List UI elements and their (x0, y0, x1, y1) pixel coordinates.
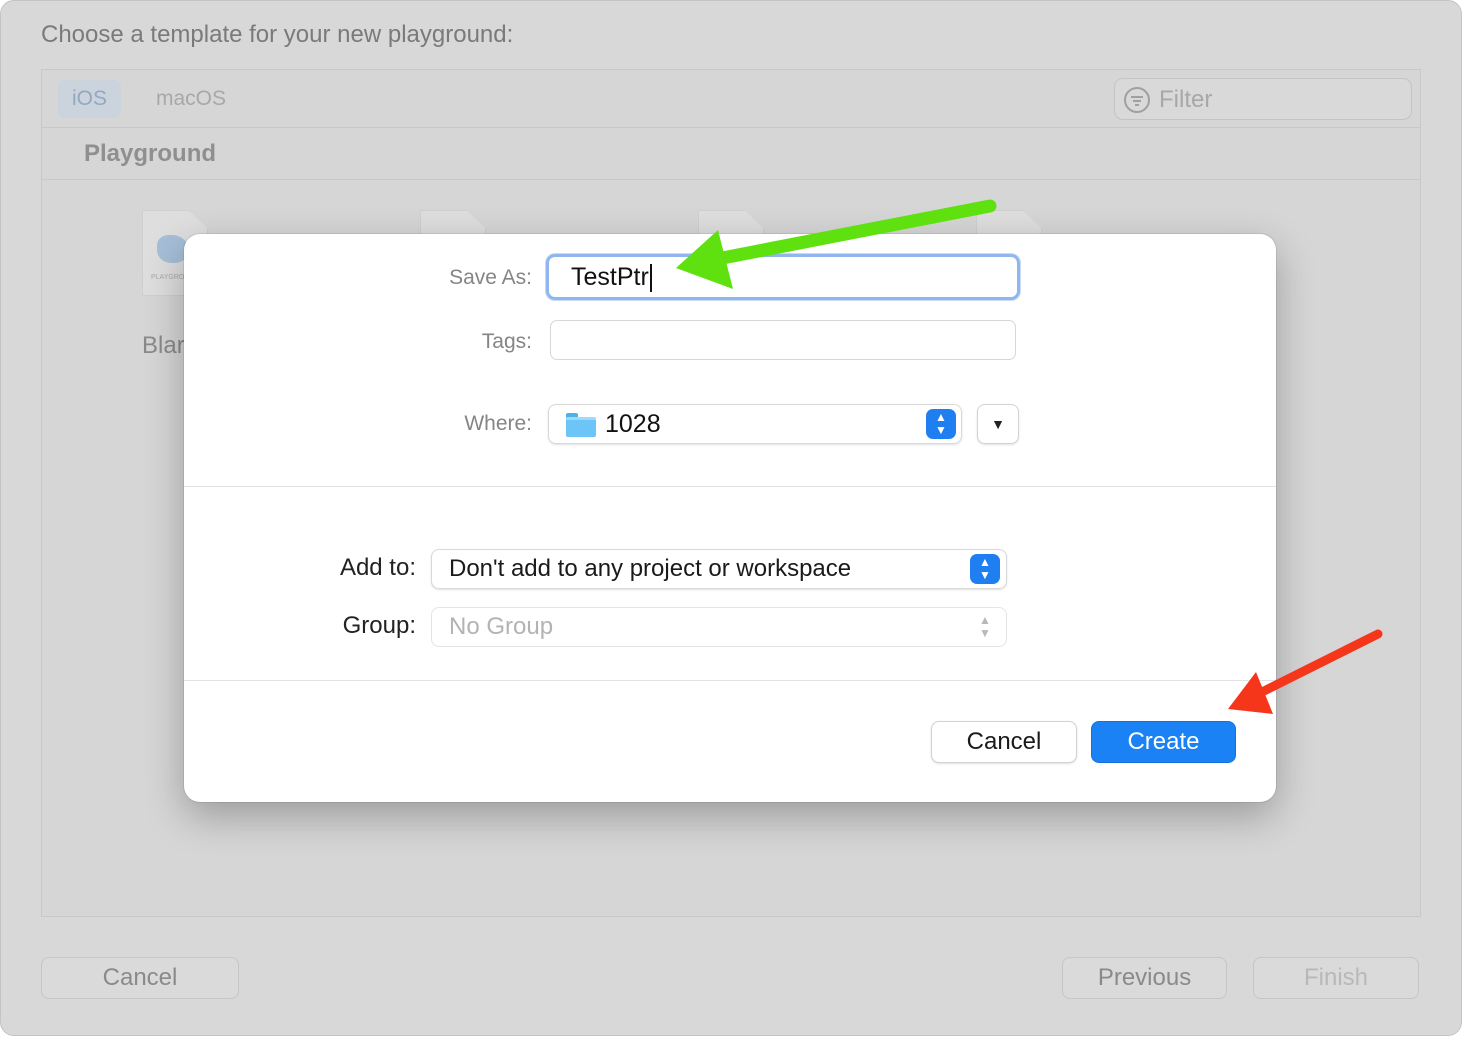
divider (184, 486, 1276, 487)
up-down-chevron-icon: ▲ ▼ (979, 613, 991, 640)
expand-button[interactable]: ▼ (977, 404, 1019, 444)
where-value: 1028 (605, 410, 661, 438)
finish-button[interactable]: Finish (1253, 957, 1419, 999)
divider (184, 680, 1276, 681)
previous-button[interactable]: Previous (1062, 957, 1227, 999)
add-to-popup[interactable]: Don't add to any project or workspace ▲ ▼ (431, 549, 1007, 589)
save-as-input[interactable]: TestPtr (546, 254, 1020, 300)
group-label: Group: (342, 612, 416, 639)
window-title: Choose a template for your new playgroun… (41, 21, 514, 48)
text-caret (649, 264, 652, 293)
tab-ios[interactable]: iOS (58, 80, 122, 118)
chevron-down-icon: ▼ (991, 416, 1005, 432)
tags-label: Tags: (481, 330, 532, 353)
up-down-chevron-icon: ▲ ▼ (970, 554, 1000, 584)
platform-tab-bar: iOS macOS Filter (42, 70, 1420, 128)
doc-type-label: PLAYGRO (151, 274, 185, 281)
filter-field[interactable]: Filter (1114, 78, 1412, 120)
group-value: No Group (449, 613, 554, 640)
section-header: Playground (42, 128, 1420, 180)
where-popup[interactable]: 1028 ▲ ▼ (548, 404, 962, 444)
cancel-button[interactable]: Cancel (41, 957, 239, 999)
create-button[interactable]: Create (1091, 721, 1236, 763)
add-to-label: Add to: (339, 554, 416, 581)
save-as-label: Save As: (449, 266, 532, 289)
filter-icon (1124, 87, 1150, 113)
group-popup[interactable]: No Group ▲ ▼ (431, 607, 1007, 647)
template-label: Blar (142, 332, 185, 359)
folder-icon (566, 413, 596, 437)
save-sheet: Save As: TestPtr Tags: Where: 1028 ▲ ▼ ▼ … (184, 234, 1276, 802)
add-to-value: Don't add to any project or workspace (449, 555, 852, 582)
up-down-chevron-icon: ▲ ▼ (926, 409, 956, 439)
save-as-value: TestPtr (571, 263, 649, 291)
tags-input[interactable] (550, 320, 1016, 360)
tab-macos[interactable]: macOS (142, 80, 240, 118)
section-label: Playground (84, 140, 217, 167)
filter-placeholder: Filter (1159, 86, 1213, 113)
where-label: Where: (464, 412, 532, 435)
sheet-cancel-button[interactable]: Cancel (931, 721, 1077, 763)
